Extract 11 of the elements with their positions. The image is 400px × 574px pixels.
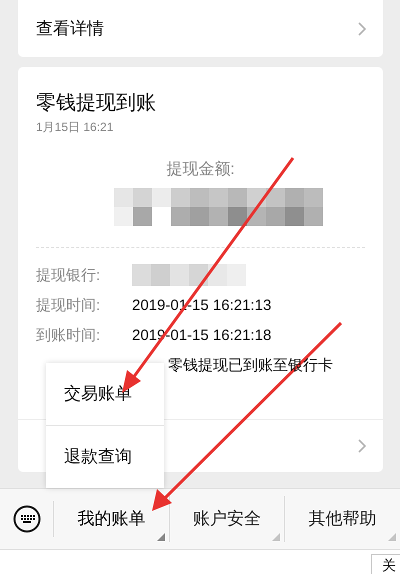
notice-title: 零钱提现到账 [35,91,157,115]
menu-tab[interactable]: 其他帮助 [285,496,400,542]
notice-time: 1月15日 16:21 [35,119,114,135]
menu-tab[interactable]: 账户安全 [170,496,286,542]
menu-item[interactable]: 退款查询 [46,425,164,488]
close-button[interactable]: 关 [371,554,400,574]
field-label: 到账时间: [36,326,102,344]
field-label: 提现时间: [36,296,102,314]
field-label: 提现银行: [36,266,102,284]
amount-label: 提现金额: [165,160,236,180]
details-link[interactable]: 查看详情 [36,17,104,40]
